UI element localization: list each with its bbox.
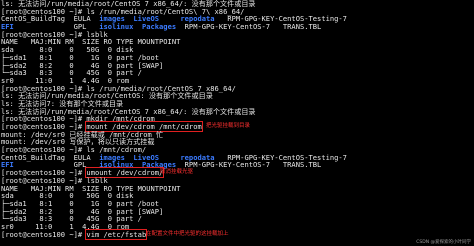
terminal-text: RPM-GPG-KEY-CentOS-7 TRANS.TBL xyxy=(176,160,322,170)
terminal-text: RPM-GPG-KEY-CentOS-7 TRANS.TBL xyxy=(176,22,322,32)
highlighted-command: vim /etc/fstab xyxy=(85,228,148,240)
terminal-text: [root@centos100 ~]# xyxy=(1,229,87,239)
terminal-window[interactable]: ls: 无法访问/run/media/root/CentOS 7 x86_64/… xyxy=(0,0,474,246)
directory-name: Packages xyxy=(141,22,177,32)
terminal-line: [root@centos100 ~]# vim /etc/fstab 在配置文件中… xyxy=(0,228,474,240)
annotation-note: 取消挂载光驱 xyxy=(160,169,194,176)
annotation-note: 把光驱挂载到目录 xyxy=(206,123,251,129)
watermark: CSDN @爱探索的小叶同学 xyxy=(416,240,471,245)
annotation-note: 在配置文件中把光驱的这挂载加上 xyxy=(146,230,229,237)
